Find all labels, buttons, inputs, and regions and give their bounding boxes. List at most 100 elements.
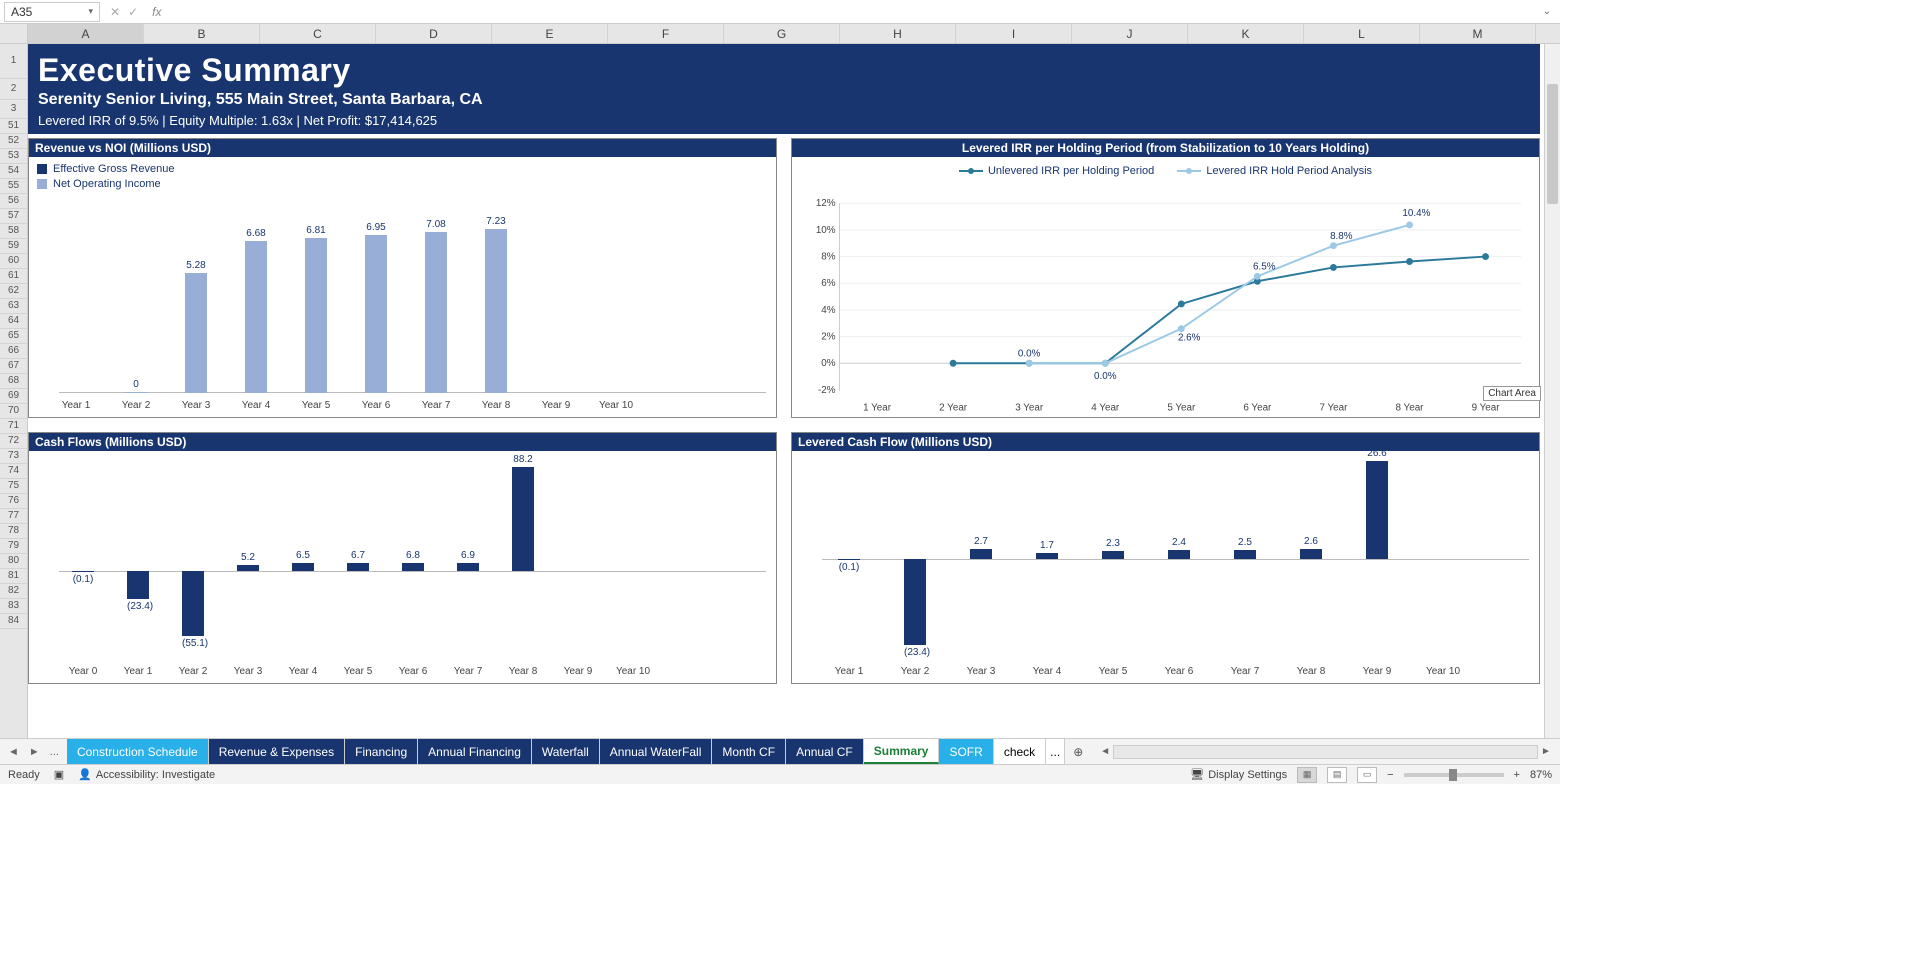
- x-tick-label: Year 8: [482, 400, 511, 411]
- row-header[interactable]: 1: [0, 44, 27, 79]
- column-header[interactable]: E: [492, 24, 608, 43]
- scrollbar-track[interactable]: [1113, 745, 1538, 759]
- row-header[interactable]: 83: [0, 599, 27, 614]
- zoom-knob[interactable]: [1449, 769, 1457, 781]
- row-header[interactable]: 74: [0, 464, 27, 479]
- row-header[interactable]: 72: [0, 434, 27, 449]
- tab-annual-financing[interactable]: Annual Financing: [418, 739, 532, 764]
- row-header[interactable]: 55: [0, 179, 27, 194]
- row-header[interactable]: 63: [0, 299, 27, 314]
- row-header[interactable]: 70: [0, 404, 27, 419]
- column-header[interactable]: D: [376, 24, 492, 43]
- tab-month-cf[interactable]: Month CF: [712, 739, 786, 764]
- column-header[interactable]: K: [1188, 24, 1304, 43]
- chevron-down-icon[interactable]: ▾: [88, 6, 93, 17]
- zoom-slider[interactable]: [1404, 773, 1504, 777]
- row-header[interactable]: 69: [0, 389, 27, 404]
- row-header[interactable]: 59: [0, 239, 27, 254]
- row-header[interactable]: 56: [0, 194, 27, 209]
- select-all-corner[interactable]: [0, 24, 28, 43]
- row-header[interactable]: 78: [0, 524, 27, 539]
- horizontal-scrollbar[interactable]: ◄ ►: [1091, 739, 1560, 764]
- row-header[interactable]: 82: [0, 584, 27, 599]
- tab-annual-waterfall[interactable]: Annual WaterFall: [600, 739, 713, 764]
- view-page-break-button[interactable]: ▭: [1357, 767, 1377, 783]
- enter-icon[interactable]: ✓: [128, 5, 138, 19]
- chart-levered-cash-flow[interactable]: Levered Cash Flow (Millions USD) 2.7 1.7…: [791, 432, 1540, 684]
- tab-summary[interactable]: Summary: [864, 739, 940, 764]
- tab-annual-cf[interactable]: Annual CF: [786, 739, 864, 764]
- tab-waterfall[interactable]: Waterfall: [532, 739, 600, 764]
- tab-more-truncated[interactable]: ...: [1046, 739, 1065, 764]
- column-header[interactable]: J: [1072, 24, 1188, 43]
- column-header[interactable]: C: [260, 24, 376, 43]
- row-header[interactable]: 2: [0, 79, 27, 100]
- row-header[interactable]: 62: [0, 284, 27, 299]
- column-header[interactable]: H: [840, 24, 956, 43]
- accessibility-label[interactable]: Accessibility: Investigate: [96, 769, 215, 781]
- scroll-left-icon[interactable]: ◄: [1097, 746, 1113, 757]
- chart-levered-irr[interactable]: Levered IRR per Holding Period (from Sta…: [791, 138, 1540, 418]
- view-normal-button[interactable]: ▦: [1297, 767, 1317, 783]
- tab-construction-schedule[interactable]: Construction Schedule: [67, 739, 209, 764]
- row-header[interactable]: 75: [0, 479, 27, 494]
- column-header[interactable]: L: [1304, 24, 1420, 43]
- tab-next-icon[interactable]: ►: [29, 746, 40, 758]
- formula-collapse-icon[interactable]: ⌄: [1538, 6, 1556, 17]
- row-header[interactable]: 64: [0, 314, 27, 329]
- tab-financing[interactable]: Financing: [345, 739, 418, 764]
- column-header[interactable]: G: [724, 24, 840, 43]
- row-header[interactable]: 71: [0, 419, 27, 434]
- column-header[interactable]: B: [144, 24, 260, 43]
- row-header[interactable]: 68: [0, 374, 27, 389]
- row-header[interactable]: 77: [0, 509, 27, 524]
- row-header[interactable]: 67: [0, 359, 27, 374]
- formula-input[interactable]: [171, 2, 1538, 22]
- cancel-icon[interactable]: ✕: [110, 5, 120, 19]
- view-page-layout-button[interactable]: ▤: [1327, 767, 1347, 783]
- column-header[interactable]: A: [28, 24, 144, 43]
- accessibility-icon[interactable]: 👤: [78, 768, 92, 781]
- row-header[interactable]: 52: [0, 134, 27, 149]
- column-header[interactable]: I: [956, 24, 1072, 43]
- row-header[interactable]: 61: [0, 269, 27, 284]
- row-header[interactable]: 76: [0, 494, 27, 509]
- display-settings-icon[interactable]: 🖥: [1190, 768, 1204, 781]
- column-header[interactable]: F: [608, 24, 724, 43]
- name-box[interactable]: A35 ▾: [4, 2, 100, 22]
- scroll-right-icon[interactable]: ►: [1538, 746, 1554, 757]
- tab-ellipsis[interactable]: ...: [50, 746, 59, 758]
- row-header[interactable]: 66: [0, 344, 27, 359]
- column-header[interactable]: M: [1420, 24, 1536, 43]
- row-header[interactable]: 53: [0, 149, 27, 164]
- row-header[interactable]: 79: [0, 539, 27, 554]
- row-header[interactable]: 58: [0, 224, 27, 239]
- row-header[interactable]: 54: [0, 164, 27, 179]
- sheet-canvas[interactable]: Executive Summary Serenity Senior Living…: [28, 44, 1560, 738]
- row-header[interactable]: 3: [0, 100, 27, 119]
- zoom-level[interactable]: 87%: [1530, 769, 1552, 781]
- row-header[interactable]: 84: [0, 614, 27, 629]
- vertical-scrollbar[interactable]: [1544, 44, 1560, 738]
- row-header[interactable]: 57: [0, 209, 27, 224]
- row-header[interactable]: 80: [0, 554, 27, 569]
- display-settings-label[interactable]: Display Settings: [1208, 769, 1287, 781]
- row-header[interactable]: 73: [0, 449, 27, 464]
- tab-check[interactable]: check: [994, 739, 1046, 764]
- row-header[interactable]: 60: [0, 254, 27, 269]
- macro-record-icon[interactable]: ▣: [54, 768, 64, 781]
- chart-cash-flows[interactable]: Cash Flows (Millions USD) 5.2 6.5 6.7 6.…: [28, 432, 777, 684]
- data-label: (0.1): [838, 562, 860, 573]
- row-header[interactable]: 51: [0, 119, 27, 134]
- tab-prev-icon[interactable]: ◄: [8, 746, 19, 758]
- tab-sofr[interactable]: SOFR: [939, 739, 993, 764]
- row-header[interactable]: 81: [0, 569, 27, 584]
- add-sheet-button[interactable]: ⊕: [1065, 739, 1091, 764]
- zoom-in-icon[interactable]: +: [1514, 769, 1520, 781]
- row-header[interactable]: 65: [0, 329, 27, 344]
- chart-revenue-noi[interactable]: Revenue vs NOI (Millions USD) Effective …: [28, 138, 777, 418]
- tab-revenue-expenses[interactable]: Revenue & Expenses: [209, 739, 345, 764]
- fx-icon[interactable]: fx: [152, 5, 161, 19]
- scrollbar-thumb[interactable]: [1547, 84, 1558, 204]
- zoom-out-icon[interactable]: −: [1387, 769, 1393, 781]
